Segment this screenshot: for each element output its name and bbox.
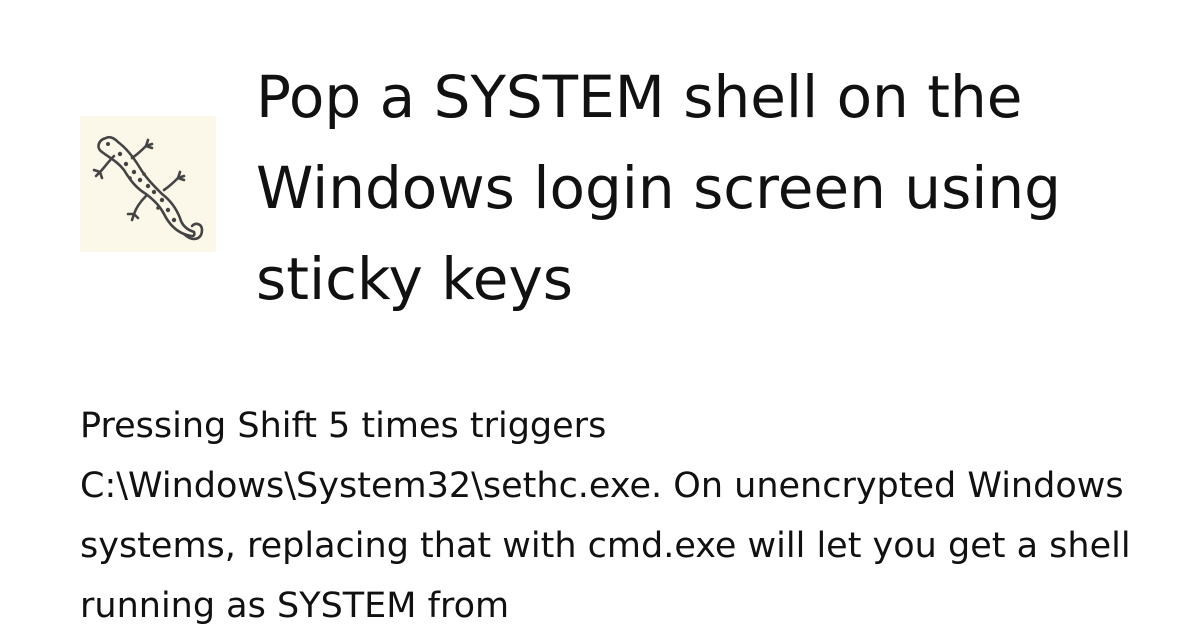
page-title: Pop a SYSTEM shell on the Windows login … bbox=[256, 63, 1061, 313]
page-description: Pressing Shift 5 times triggers C:\Windo… bbox=[80, 406, 1131, 626]
site-logo bbox=[80, 116, 216, 252]
gecko-icon bbox=[92, 135, 204, 241]
